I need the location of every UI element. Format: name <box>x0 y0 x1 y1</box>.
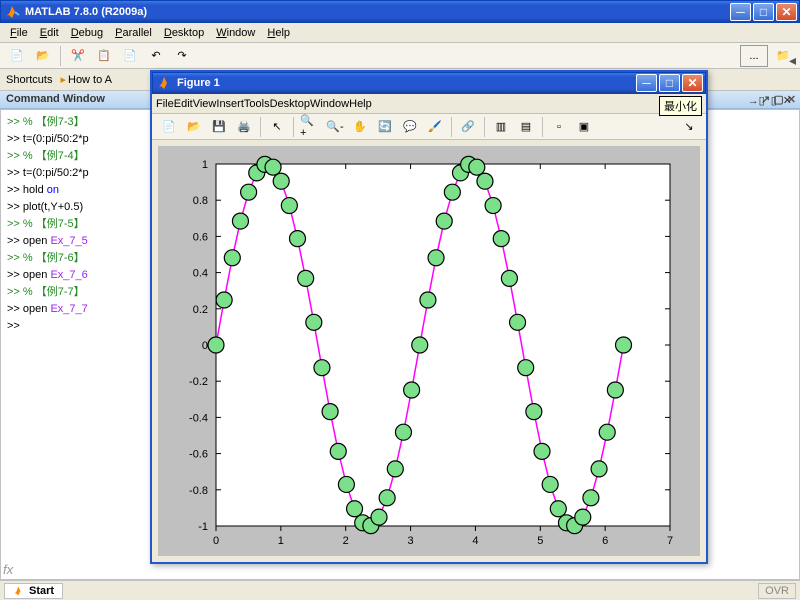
main-menubar: FileEditDebugParallelDesktopWindowHelp <box>0 23 800 43</box>
command-window-title: Command Window <box>6 93 105 105</box>
svg-text:1: 1 <box>202 159 208 171</box>
separator <box>60 46 61 66</box>
new-file-icon[interactable]: 📄 <box>6 45 28 67</box>
print-icon[interactable]: 🖨️ <box>233 116 255 138</box>
new-fig-icon[interactable]: 📄 <box>158 116 180 138</box>
menu-view[interactable]: View <box>193 98 217 110</box>
statusbar: Start OVR <box>0 580 800 600</box>
open-file-icon[interactable]: 📂 <box>32 45 54 67</box>
figure-icon <box>157 75 173 91</box>
menu-parallel[interactable]: Parallel <box>109 25 158 41</box>
menu-tools[interactable]: Tools <box>244 98 270 110</box>
cut-icon[interactable]: ✂️ <box>67 45 89 67</box>
svg-text:0.4: 0.4 <box>193 268 208 280</box>
main-title: MATLAB 7.8.0 (R2009a) <box>25 6 730 18</box>
ovr-indicator: OVR <box>758 583 796 599</box>
menu-window[interactable]: Window <box>310 98 349 110</box>
paste-icon[interactable]: 📄 <box>119 45 141 67</box>
dock-left-icon[interactable]: →▯ <box>748 94 765 107</box>
pan-icon[interactable]: ✋ <box>349 116 371 138</box>
svg-text:-0.6: -0.6 <box>189 449 208 461</box>
hide-tools-icon[interactable]: ▫ <box>548 116 570 138</box>
menu-help[interactable]: Help <box>349 98 372 110</box>
figure-maximize-button[interactable]: □ <box>659 74 680 92</box>
arrow-icon[interactable]: ↖ <box>266 116 288 138</box>
menu-window[interactable]: Window <box>210 25 261 41</box>
main-toolbar: 📄 📂 ✂️ 📋 📄 ↶ ↷ ... 📁 <box>0 43 800 69</box>
svg-text:2: 2 <box>343 535 349 547</box>
zoom-out-icon[interactable]: 🔍- <box>324 116 346 138</box>
svg-text:0.6: 0.6 <box>193 231 208 243</box>
figure-window: Figure 1 ─ □ ✕ 最小化 FileEditViewInsertToo… <box>150 70 708 564</box>
menu-help[interactable]: Help <box>261 25 296 41</box>
svg-text:-0.8: -0.8 <box>189 485 208 497</box>
open-fig-icon[interactable]: 📂 <box>183 116 205 138</box>
figure-minimize-button[interactable]: ─ <box>636 74 657 92</box>
redo-icon[interactable]: ↷ <box>171 45 193 67</box>
svg-text:4: 4 <box>472 535 478 547</box>
dock-toggles: →▯ ▯ ✕ <box>748 94 792 107</box>
figure-close-button[interactable]: ✕ <box>682 74 703 92</box>
figure-titlebar[interactable]: Figure 1 ─ □ ✕ <box>152 72 706 94</box>
dock-figure-icon[interactable]: ↘ <box>678 116 700 138</box>
colorbar-icon[interactable]: ▥ <box>490 116 512 138</box>
svg-text:7: 7 <box>667 535 673 547</box>
menu-file[interactable]: File <box>156 98 174 110</box>
menu-desktop[interactable]: Desktop <box>158 25 210 41</box>
undo-icon[interactable]: ↶ <box>145 45 167 67</box>
copy-icon[interactable]: 📋 <box>93 45 115 67</box>
menu-debug[interactable]: Debug <box>65 25 109 41</box>
svg-text:0.8: 0.8 <box>193 195 208 207</box>
link-icon[interactable]: 🔗 <box>457 116 479 138</box>
svg-text:6: 6 <box>602 535 608 547</box>
shortcuts-label: Shortcuts <box>6 74 52 86</box>
svg-text:-1: -1 <box>198 521 208 533</box>
svg-text:5: 5 <box>537 535 543 547</box>
browse-button[interactable]: ... <box>740 45 768 67</box>
brush-icon[interactable]: 🖌️ <box>424 116 446 138</box>
matlab-icon <box>5 4 21 20</box>
save-fig-icon[interactable]: 💾 <box>208 116 230 138</box>
show-tools-icon[interactable]: ▣ <box>573 116 595 138</box>
legend-icon[interactable]: ▤ <box>515 116 537 138</box>
dock-close-icon[interactable]: ✕ <box>783 94 792 107</box>
toolbar-right-handle: ◂ <box>789 52 796 69</box>
datatip-icon[interactable]: 💬 <box>399 116 421 138</box>
axes[interactable]: 0 1 2 3 4 5 6 7 -1 -0.8 -0.6 -0.4 -0.2 0 0.2 0.4 0.6 0.8 1 <box>158 146 700 556</box>
shortcut-howto[interactable]: ▸How to A <box>60 73 112 86</box>
menu-edit[interactable]: Edit <box>174 98 193 110</box>
svg-text:-0.2: -0.2 <box>189 376 208 388</box>
menu-edit[interactable]: Edit <box>34 25 65 41</box>
figure-canvas: 0 1 2 3 4 5 6 7 -1 -0.8 -0.6 -0.4 -0.2 0 0.2 0.4 0.6 0.8 1 <box>158 146 700 556</box>
rotate-icon[interactable]: 🔄 <box>374 116 396 138</box>
menu-file[interactable]: File <box>4 25 34 41</box>
main-close-button[interactable]: ✕ <box>776 3 797 21</box>
svg-text:-0.4: -0.4 <box>189 412 208 424</box>
minimize-tooltip: 最小化 <box>659 96 702 116</box>
main-maximize-button[interactable]: □ <box>753 3 774 21</box>
fx-icon[interactable]: fx <box>3 562 13 577</box>
figure-menubar: FileEditViewInsertToolsDesktopWindowHelp <box>152 94 706 114</box>
svg-text:3: 3 <box>408 535 414 547</box>
svg-text:0.2: 0.2 <box>193 304 208 316</box>
main-minimize-button[interactable]: ─ <box>730 3 751 21</box>
dock-right-icon[interactable]: ▯ <box>771 94 777 107</box>
menu-insert[interactable]: Insert <box>216 98 244 110</box>
figure-title: Figure 1 <box>177 77 636 89</box>
svg-text:0: 0 <box>202 340 208 352</box>
zoom-in-icon[interactable]: 🔍+ <box>299 116 321 138</box>
svg-text:0: 0 <box>213 535 219 547</box>
menu-desktop[interactable]: Desktop <box>270 98 310 110</box>
svg-text:1: 1 <box>278 535 284 547</box>
main-titlebar: MATLAB 7.8.0 (R2009a) ─ □ ✕ <box>0 0 800 23</box>
figure-toolbar: 📄 📂 💾 🖨️ ↖ 🔍+ 🔍- ✋ 🔄 💬 🖌️ 🔗 ▥ ▤ ▫ ▣ ↘ <box>152 114 706 140</box>
start-button[interactable]: Start <box>4 583 63 599</box>
